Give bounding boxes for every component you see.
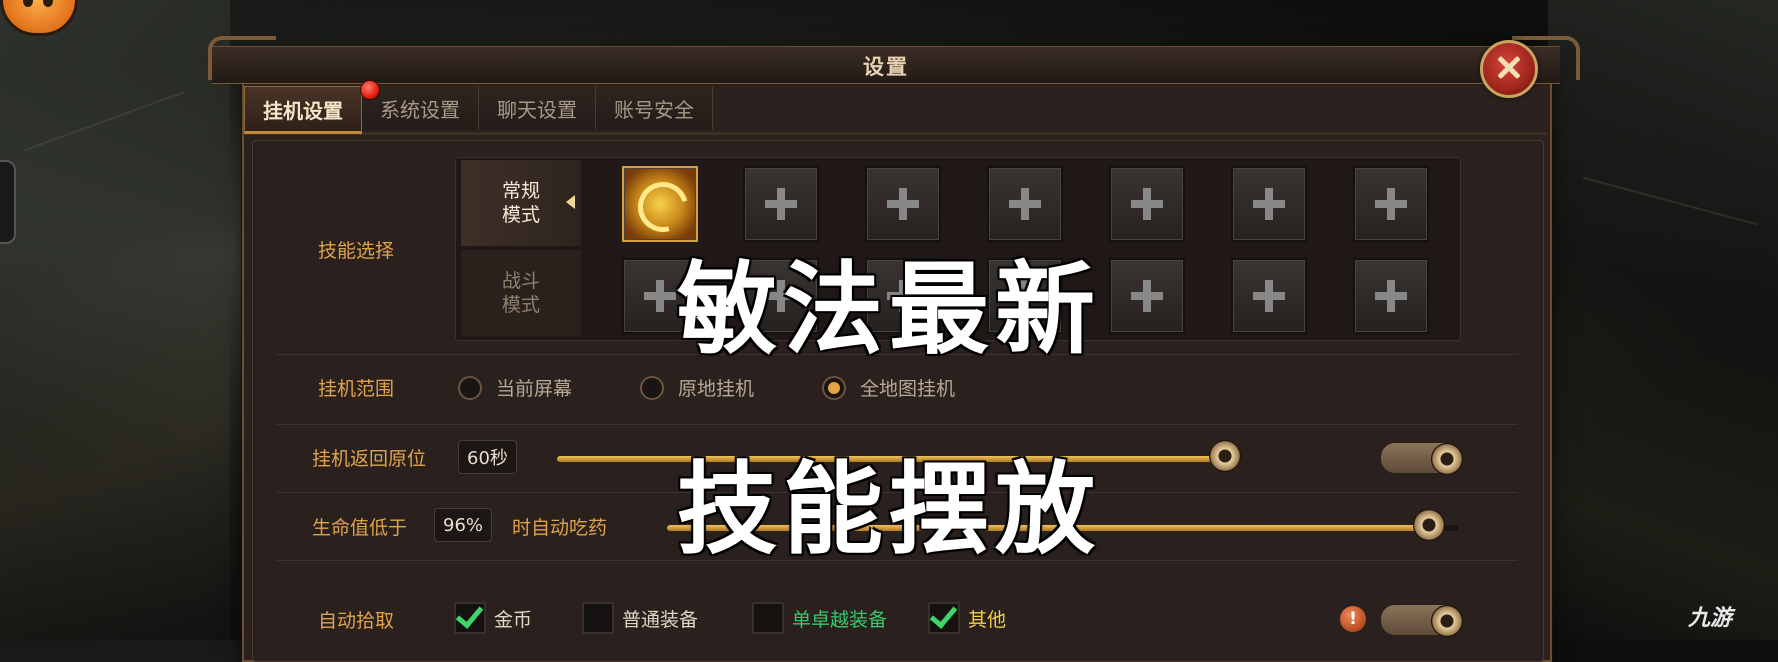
radio-label: 全地图挂机 — [860, 378, 956, 400]
warning-icon[interactable]: ! — [1340, 606, 1366, 632]
pickup-normal-equipment-checkbox[interactable]: 普通装备 — [582, 602, 698, 634]
toggle-knob — [1431, 605, 1463, 637]
radio-label: 当前屏幕 — [496, 378, 573, 400]
overlay-caption-line1: 敏法最新 — [677, 251, 1101, 368]
tab-divider — [244, 132, 1546, 135]
plus-icon — [1253, 200, 1285, 208]
radio-stay-in-place[interactable]: 原地挂机 — [640, 374, 754, 401]
mode-selected-arrow-icon — [566, 195, 575, 209]
tab-chat-settings[interactable]: 聊天设置 — [479, 86, 596, 130]
row-divider — [276, 424, 1518, 425]
pickup-gold-checkbox[interactable]: 金币 — [454, 602, 532, 634]
mascot-eye — [23, 0, 33, 7]
checkbox-label: 单卓越装备 — [792, 608, 888, 631]
tab-account-security[interactable]: 账号安全 — [596, 86, 713, 130]
watermark-logo: 九游 — [1688, 606, 1733, 631]
checkmark-icon — [928, 602, 960, 634]
plus-icon — [1375, 200, 1407, 208]
radio-current-screen[interactable]: 当前屏幕 — [458, 374, 572, 401]
radio-full-map[interactable]: 全地图挂机 — [822, 374, 955, 401]
checkbox-label: 其他 — [968, 608, 1007, 631]
checkbox-label: 金币 — [494, 608, 533, 631]
title-bar: 设置 — [212, 46, 1560, 84]
checkbox-box — [582, 602, 614, 634]
pickup-other-checkbox[interactable]: 其他 — [928, 602, 1006, 634]
pickup-excellent-equipment-checkbox[interactable]: 单卓越装备 — [752, 602, 887, 634]
radio-label: 原地挂机 — [678, 378, 755, 400]
mode-tab-label: 常规 — [501, 180, 540, 202]
plus-icon — [1131, 200, 1163, 208]
overlay-caption-line2: 技能摆放 — [677, 451, 1101, 568]
afk-range-label: 挂机范围 — [318, 378, 395, 400]
mode-tab-label: 模式 — [501, 204, 540, 226]
checkmark-icon — [454, 602, 486, 634]
radio-dot-selected — [822, 375, 846, 400]
dragon-ornament-icon — [208, 36, 276, 80]
plus-icon — [1009, 200, 1041, 208]
tab-afk-settings[interactable]: 挂机设置 — [244, 86, 362, 134]
notification-dot — [360, 80, 380, 100]
auto-pickup-label: 自动拾取 — [318, 610, 395, 632]
plus-icon — [765, 200, 797, 208]
close-button[interactable] — [1480, 40, 1538, 98]
checkbox-label: 普通装备 — [622, 608, 699, 631]
checkbox-box — [752, 602, 784, 634]
tab-bar: 挂机设置 系统设置 聊天设置 账号安全 — [244, 86, 713, 134]
plus-icon — [887, 200, 919, 208]
dialog-title: 设置 — [863, 54, 909, 79]
radio-dot — [458, 375, 482, 400]
mascot-eye — [43, 0, 53, 7]
pickup-toggle[interactable] — [1380, 604, 1463, 637]
radio-dot — [640, 375, 664, 400]
